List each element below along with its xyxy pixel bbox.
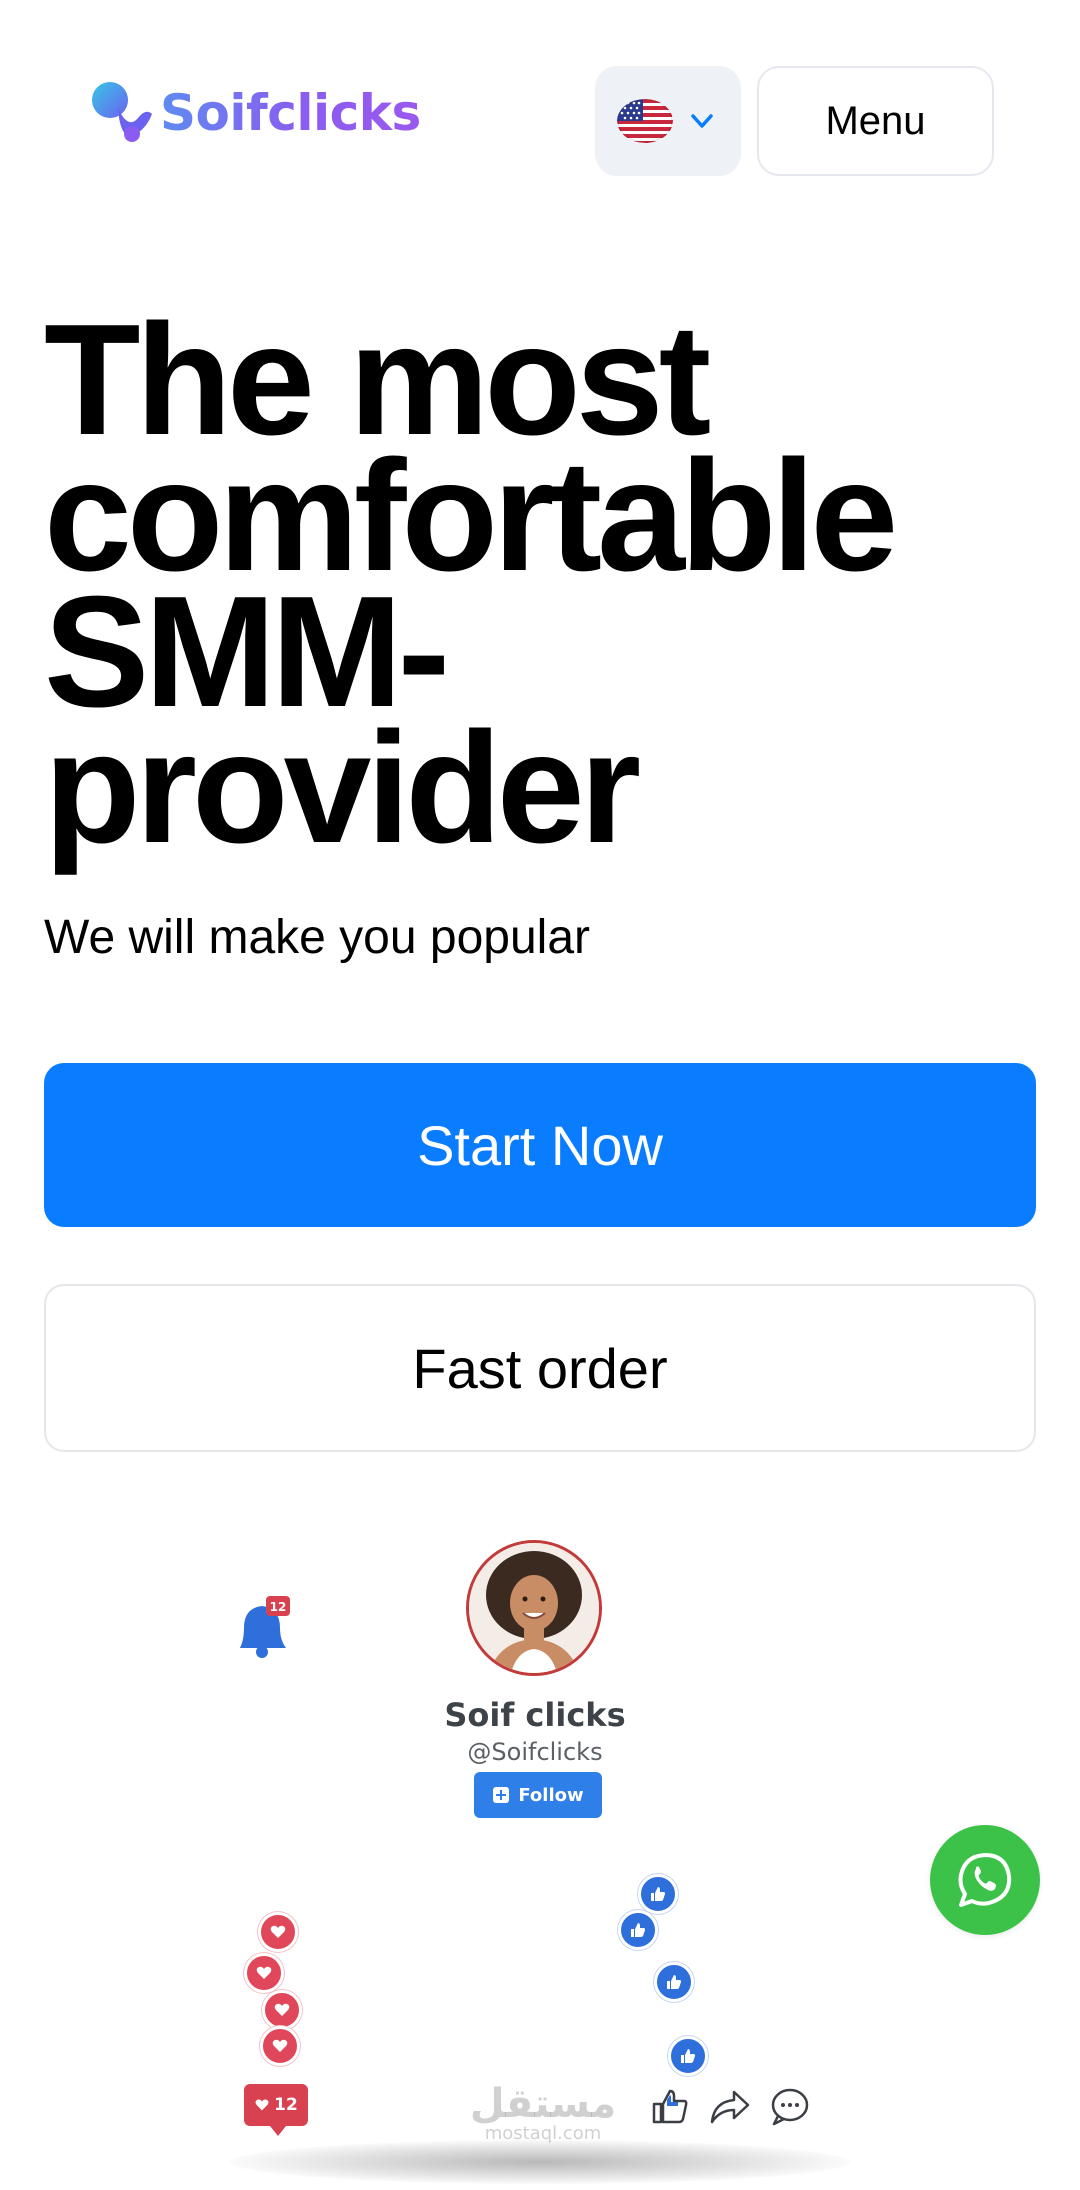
language-selector[interactable] — [595, 66, 741, 176]
like-reaction — [668, 2036, 708, 2076]
brand-logo[interactable]: Soifclicks — [88, 78, 421, 148]
social-illustration: 12 Soif clicks @Soifclicks Follow 12 مست… — [0, 1500, 1080, 2190]
profile-name: Soif clicks — [444, 1696, 626, 1734]
heart-counter-badge: 12 — [244, 2084, 308, 2136]
heart-icon — [256, 1966, 272, 1979]
thumbs-up-icon — [651, 1887, 665, 1901]
thumbs-up-icon[interactable] — [648, 2084, 692, 2128]
avatar — [466, 1540, 602, 1676]
hero-subtitle: We will make you popular — [44, 911, 591, 964]
heart-reaction — [244, 1953, 284, 1993]
watermark: مستقل mostaql.com — [468, 2084, 618, 2144]
follow-button[interactable]: Follow — [474, 1772, 602, 1818]
start-now-button[interactable]: Start Now — [44, 1063, 1036, 1227]
card-shadow — [230, 2140, 850, 2184]
site-header: Soifclicks Menu — [0, 0, 1080, 230]
add-user-icon — [493, 1787, 510, 1803]
heart-reaction — [260, 2026, 300, 2066]
chevron-down-icon — [691, 114, 713, 128]
profile-handle: @Soifclicks — [467, 1738, 603, 1766]
bell-count: 12 — [270, 1600, 287, 1614]
post-actions — [648, 2084, 812, 2128]
thumbs-up-icon — [667, 1975, 681, 1989]
bell-icon: 12 — [240, 1596, 290, 1658]
fast-order-button[interactable]: Fast order — [44, 1284, 1036, 1452]
us-flag-icon — [617, 99, 673, 143]
watermark-arabic: مستقل — [469, 2081, 617, 2127]
like-reaction — [618, 1910, 658, 1950]
heart-reaction — [262, 1990, 302, 2030]
comment-icon[interactable] — [768, 2084, 812, 2128]
menu-button[interactable]: Menu — [757, 66, 994, 176]
heart-reaction — [258, 1912, 298, 1952]
share-icon[interactable] — [708, 2084, 752, 2128]
whatsapp-button[interactable] — [930, 1825, 1040, 1935]
brand-name: Soifclicks — [160, 84, 421, 142]
hero-title: The most comfortable SMM- provider — [44, 301, 1044, 867]
heart-icon — [270, 1925, 286, 1938]
avatar-portrait-icon — [469, 1543, 599, 1673]
follow-label: Follow — [518, 1784, 584, 1806]
whatsapp-icon — [958, 1853, 1012, 1907]
heart-icon — [255, 2099, 269, 2111]
heart-icon — [272, 2039, 288, 2052]
like-reaction — [638, 1874, 678, 1914]
like-reaction — [654, 1962, 694, 2002]
thumbs-up-icon — [681, 2049, 695, 2063]
heart-count: 12 — [274, 2095, 298, 2115]
hero-title-line: provider — [44, 700, 641, 876]
heart-icon — [274, 2003, 290, 2016]
thumbs-up-icon — [631, 1923, 645, 1937]
